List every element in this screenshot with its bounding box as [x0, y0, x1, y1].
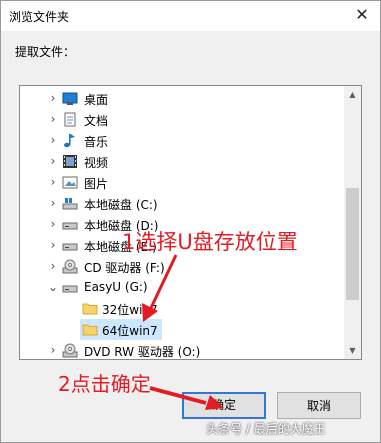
annotation-step2: 2点击确定 — [58, 372, 151, 396]
annotation-step1: 1选择U盘存放位置 — [122, 230, 298, 254]
watermark: 头条号 / 最后的大魔王 — [206, 422, 326, 436]
arrow-to-folder — [142, 254, 178, 322]
arrow-to-ok — [149, 386, 224, 410]
